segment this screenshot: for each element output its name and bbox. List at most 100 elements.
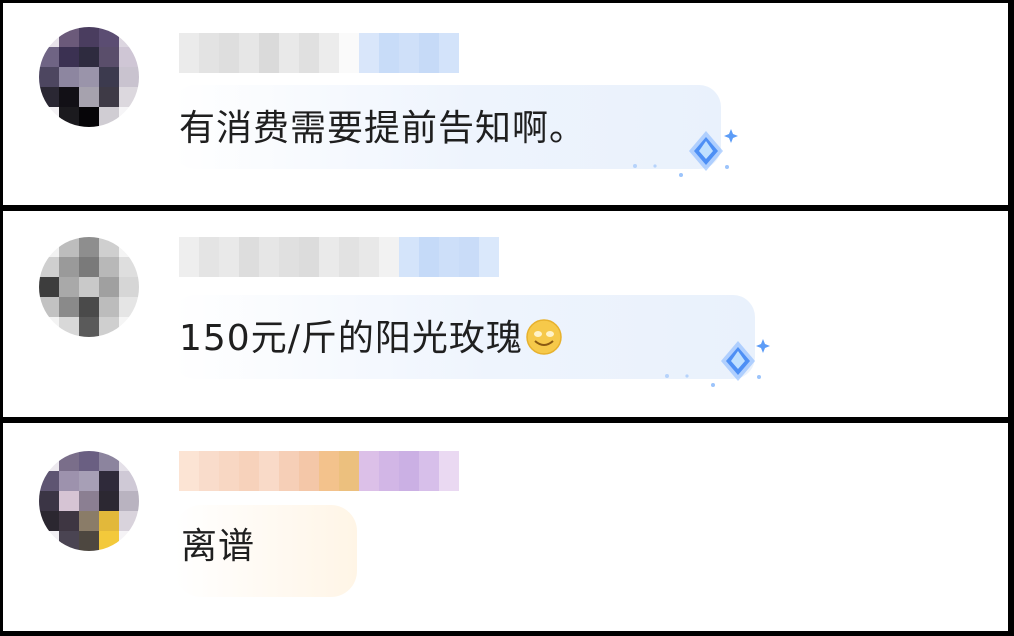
avatar-pixel [59, 27, 79, 47]
avatar-pixel [99, 27, 119, 47]
yellow-smile-emoji-icon [526, 319, 562, 355]
avatar-pixel [59, 107, 79, 127]
username-pixel [199, 451, 219, 491]
avatar[interactable] [39, 27, 139, 127]
username-pixel [359, 451, 379, 491]
avatar-pixel [39, 47, 59, 67]
avatar-pixel [59, 237, 79, 257]
avatar-pixel [99, 297, 119, 317]
username-pixel [459, 237, 479, 277]
avatar-pixel [119, 257, 139, 277]
comment-item[interactable]: 离谱 [3, 423, 1008, 631]
avatar-pixel [99, 87, 119, 107]
username-pixel [339, 33, 359, 73]
username-pixel [239, 237, 259, 277]
username-pixel [179, 33, 199, 73]
username-pixel [259, 237, 279, 277]
username-pixel [299, 33, 319, 73]
avatar-pixel [99, 491, 119, 511]
avatar-pixel [39, 297, 59, 317]
comment-text: 150元/斤的阳光玫瑰 [179, 317, 563, 361]
avatar-pixel [119, 317, 139, 337]
username-pixel [479, 237, 499, 277]
avatar-pixel [99, 317, 119, 337]
username-pixel [299, 451, 319, 491]
username-pixel [419, 33, 439, 73]
avatar-pixel [119, 451, 139, 471]
avatar-pixel [79, 511, 99, 531]
username-pixel [259, 33, 279, 73]
blue-diamond-sparkle-icon [679, 129, 738, 177]
avatar-pixel [99, 451, 119, 471]
avatar-pixel [79, 451, 99, 471]
dot-sparkle-icon [633, 164, 657, 168]
blue-diamond-sparkle-icon [711, 339, 770, 387]
username-pixel [279, 33, 299, 73]
username-pixel [359, 237, 379, 277]
username-pixel [219, 33, 239, 73]
avatar-pixel [59, 317, 79, 337]
avatar[interactable] [39, 451, 139, 551]
avatar-pixel [39, 471, 59, 491]
username-pixel [439, 451, 459, 491]
username-pixel [399, 451, 419, 491]
avatar-pixel [119, 471, 139, 491]
username-pixel [199, 237, 219, 277]
username-pixel [219, 237, 239, 277]
avatar-pixel [59, 257, 79, 277]
username-pixel [439, 33, 459, 73]
avatar-pixel [39, 511, 59, 531]
comment-item[interactable]: 150元/斤的阳光玫瑰 [3, 211, 1008, 417]
comment-item[interactable]: 有消费需要提前告知啊。 [3, 3, 1008, 205]
username-pixel [339, 237, 359, 277]
username-blurred[interactable] [179, 237, 499, 277]
avatar-pixel [59, 47, 79, 67]
avatar-pixel [39, 67, 59, 87]
username-pixel [419, 237, 439, 277]
avatar-pixel [39, 277, 59, 297]
avatar[interactable] [39, 237, 139, 337]
comment-text-content: 150元/斤的阳光玫瑰 [179, 318, 523, 359]
avatar-pixel [59, 531, 79, 551]
avatar-pixel [59, 451, 79, 471]
avatar-pixel [99, 511, 119, 531]
avatar-pixel [79, 257, 99, 277]
avatar-pixel [39, 237, 59, 257]
username-blurred[interactable] [179, 33, 459, 73]
comment-text: 有消费需要提前告知啊。 [179, 108, 587, 149]
username-pixel [379, 33, 399, 73]
avatar-pixel [119, 47, 139, 67]
username-pixel [279, 451, 299, 491]
avatar-pixel [39, 317, 59, 337]
avatar-pixel [79, 317, 99, 337]
avatar-pixel [119, 511, 139, 531]
avatar-pixel [79, 531, 99, 551]
avatar-pixel [39, 87, 59, 107]
avatar-pixel [59, 297, 79, 317]
avatar-pixel [39, 491, 59, 511]
avatar-pixel [99, 47, 119, 67]
avatar-pixel [99, 257, 119, 277]
avatar-pixel [99, 67, 119, 87]
username-blurred[interactable] [179, 451, 459, 491]
avatar-pixel [119, 107, 139, 127]
username-pixel [239, 451, 259, 491]
username-pixel [339, 451, 359, 491]
avatar-pixel [99, 237, 119, 257]
avatar-pixel [119, 297, 139, 317]
username-pixel [259, 451, 279, 491]
avatar-pixel [99, 107, 119, 127]
avatar-pixel [79, 47, 99, 67]
username-pixel [319, 33, 339, 73]
avatar-pixel [119, 531, 139, 551]
username-pixel [399, 237, 419, 277]
comment-text: 离谱 [181, 526, 256, 567]
avatar-pixel [99, 471, 119, 491]
avatar-pixel [39, 257, 59, 277]
avatar-pixel [79, 297, 99, 317]
avatar-pixel [119, 67, 139, 87]
avatar-pixel [79, 471, 99, 491]
avatar-pixel [39, 27, 59, 47]
username-pixel [399, 33, 419, 73]
avatar-pixel [99, 531, 119, 551]
